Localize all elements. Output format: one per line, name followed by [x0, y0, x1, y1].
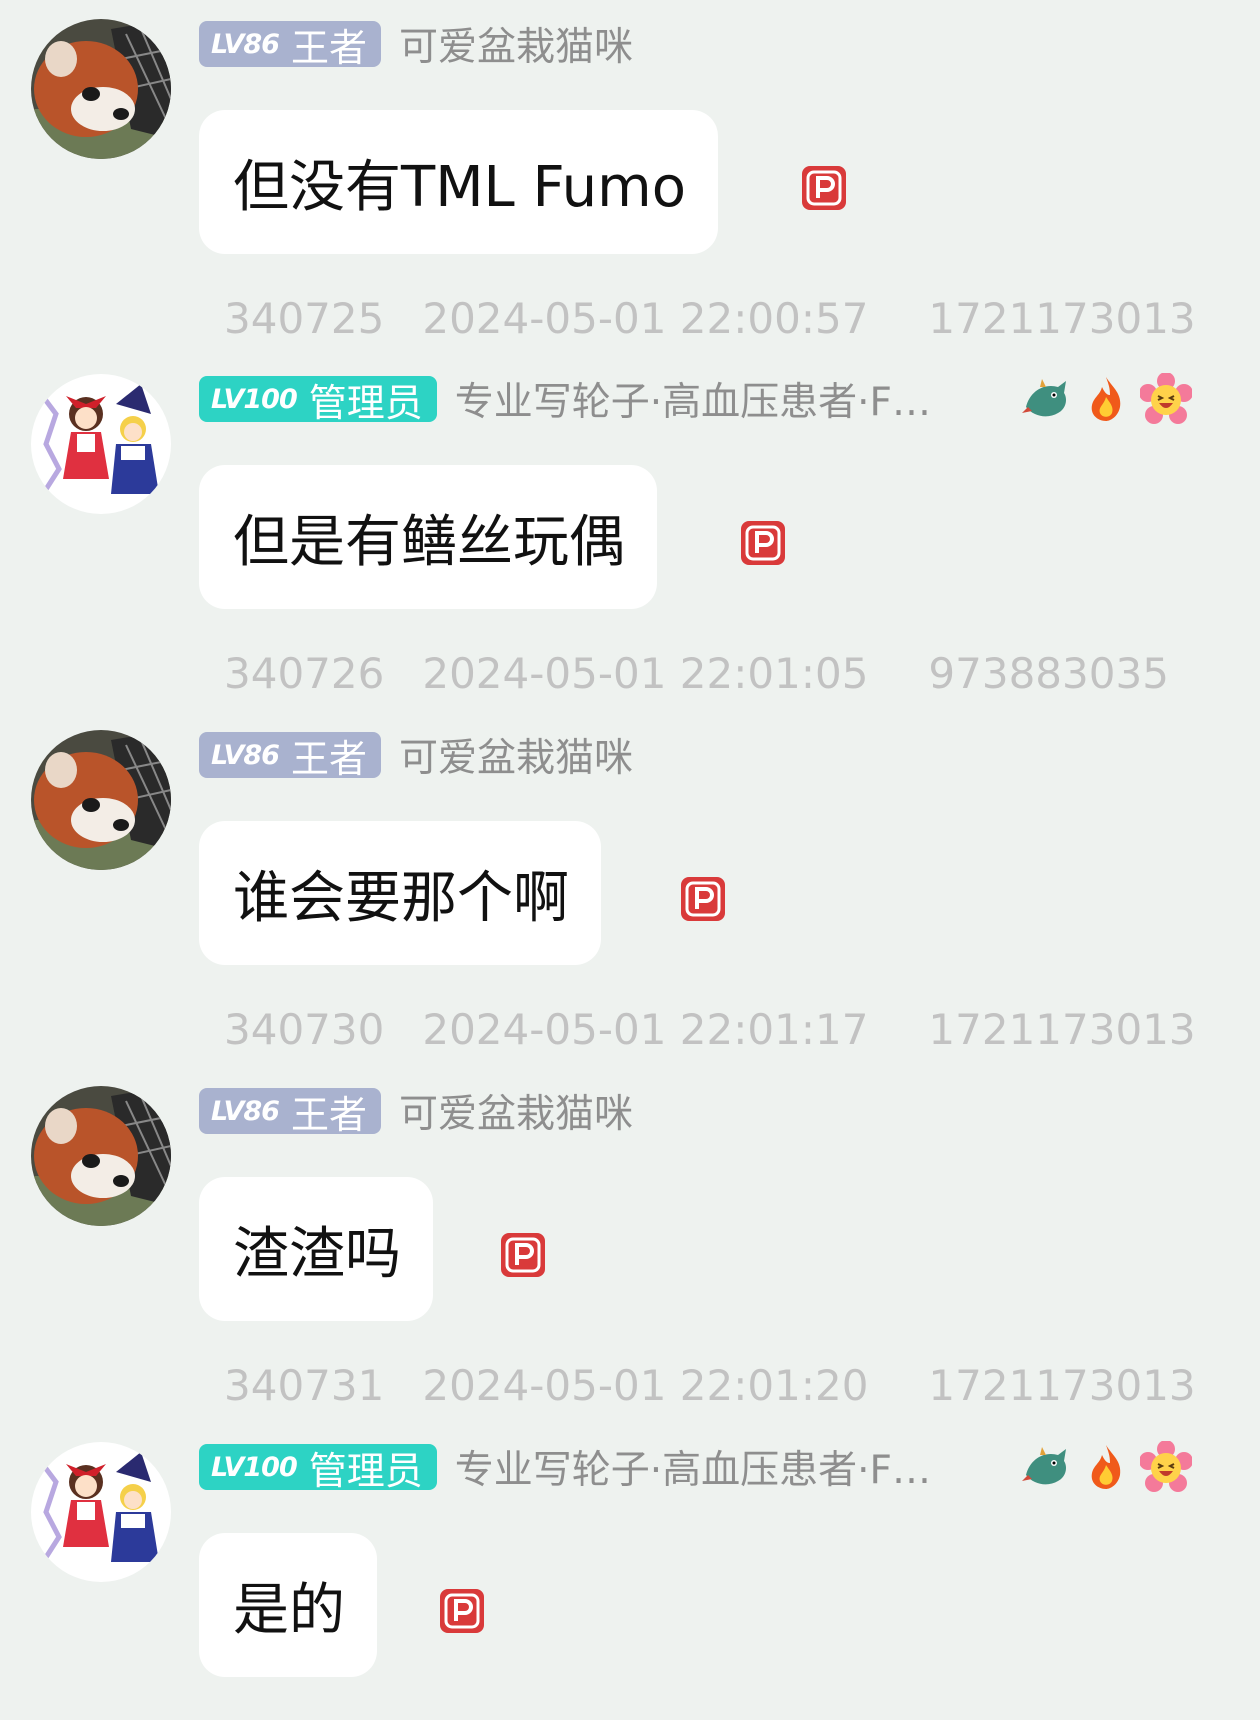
message-meta: 340725 2024-05-01 22:00:57 1721173013	[224, 294, 1196, 343]
message-bubble[interactable]: 但没有TML Fumo	[199, 110, 718, 254]
user-id[interactable]: 1721173013	[928, 294, 1195, 343]
emoji-row	[1020, 1440, 1200, 1493]
title-text: 管理员	[308, 1448, 423, 1493]
title-text: 管理员	[308, 380, 423, 425]
message-time: 2024-05-01 22:01:05	[422, 649, 869, 698]
level-badge: LV86 王者	[199, 732, 381, 781]
user-id[interactable]: 1721173013	[928, 1005, 1195, 1054]
nickname[interactable]: 可爱盆栽猫咪	[399, 727, 633, 783]
avatar[interactable]	[31, 1442, 171, 1582]
level-badge: LV86 王者	[199, 21, 381, 70]
message-bubble[interactable]: 谁会要那个啊	[199, 821, 601, 965]
message-meta: 340726 2024-05-01 22:01:05 973883035	[224, 649, 1169, 698]
message-time: 2024-05-01 22:01:20	[422, 1361, 869, 1410]
nickname[interactable]: 可爱盆栽猫咪	[399, 1083, 633, 1139]
message-id: 340730	[224, 1005, 385, 1054]
nickname[interactable]: 可爱盆栽猫咪	[399, 16, 633, 72]
sender-info: LV100 管理员 专业写轮子·高血压患者·F…	[199, 1443, 931, 1493]
avatar[interactable]	[31, 1086, 171, 1226]
title-text: 王者	[290, 736, 367, 781]
p-icon[interactable]	[680, 876, 726, 922]
message-text: 但没有TML Fumo	[233, 154, 686, 220]
message-id: 340731	[224, 1361, 385, 1410]
red-panda-avatar-icon	[31, 19, 171, 159]
user-id[interactable]: 1721173013	[928, 1361, 1195, 1410]
nickname[interactable]: 专业写轮子·高血压患者·F…	[455, 371, 931, 427]
level-text: LV100	[211, 383, 298, 415]
laughing-flower-emoji-icon	[1139, 1440, 1193, 1493]
message-meta: 340731 2024-05-01 22:01:20 1721173013	[224, 1361, 1196, 1410]
user-id[interactable]: 973883035	[928, 649, 1169, 698]
message-id: 340726	[224, 649, 385, 698]
anime-characters-avatar-icon	[31, 374, 171, 514]
red-panda-avatar-icon	[31, 1086, 171, 1226]
message-meta: 340730 2024-05-01 22:01:17 1721173013	[224, 1005, 1196, 1054]
dragon-emoji-icon	[1020, 373, 1072, 425]
level-badge: LV100 管理员	[199, 1444, 437, 1493]
level-badge: LV86 王者	[199, 1088, 381, 1137]
fire-emoji-icon	[1080, 373, 1132, 425]
message-id: 340725	[224, 294, 385, 343]
level-text: LV86	[211, 739, 280, 771]
sender-info: LV100 管理员 专业写轮子·高血压患者·F…	[199, 375, 931, 425]
red-panda-avatar-icon	[31, 730, 171, 870]
sender-info: LV86 王者 可爱盆栽猫咪	[199, 731, 633, 781]
avatar[interactable]	[31, 19, 171, 159]
avatar[interactable]	[31, 730, 171, 870]
nickname[interactable]: 专业写轮子·高血压患者·F…	[455, 1439, 931, 1495]
title-text: 王者	[290, 1092, 367, 1137]
message-text: 是的	[233, 1577, 345, 1643]
p-icon[interactable]	[740, 520, 786, 566]
level-badge: LV100 管理员	[199, 376, 437, 425]
level-text: LV86	[211, 1095, 280, 1127]
message-bubble[interactable]: 但是有鳝丝玩偶	[199, 465, 657, 609]
level-text: LV100	[211, 1451, 298, 1483]
fire-emoji-icon	[1080, 1441, 1132, 1493]
emoji-row	[1020, 372, 1200, 425]
message-bubble[interactable]: 是的	[199, 1533, 377, 1677]
sender-info: LV86 王者 可爱盆栽猫咪	[199, 20, 633, 70]
message-bubble[interactable]: 渣渣吗	[199, 1177, 433, 1321]
message-text: 谁会要那个啊	[233, 865, 569, 931]
p-icon[interactable]	[500, 1232, 546, 1278]
p-icon[interactable]	[439, 1588, 485, 1634]
laughing-flower-emoji-icon	[1139, 372, 1193, 425]
p-icon[interactable]	[801, 165, 847, 211]
message-text: 但是有鳝丝玩偶	[233, 509, 625, 575]
sender-info: LV86 王者 可爱盆栽猫咪	[199, 1087, 633, 1137]
message-time: 2024-05-01 22:01:17	[422, 1005, 869, 1054]
anime-characters-avatar-icon	[31, 1442, 171, 1582]
avatar[interactable]	[31, 374, 171, 514]
message-text: 渣渣吗	[233, 1221, 401, 1287]
message-time: 2024-05-01 22:00:57	[422, 294, 869, 343]
title-text: 王者	[290, 25, 367, 70]
dragon-emoji-icon	[1020, 1441, 1072, 1493]
level-text: LV86	[211, 28, 280, 60]
